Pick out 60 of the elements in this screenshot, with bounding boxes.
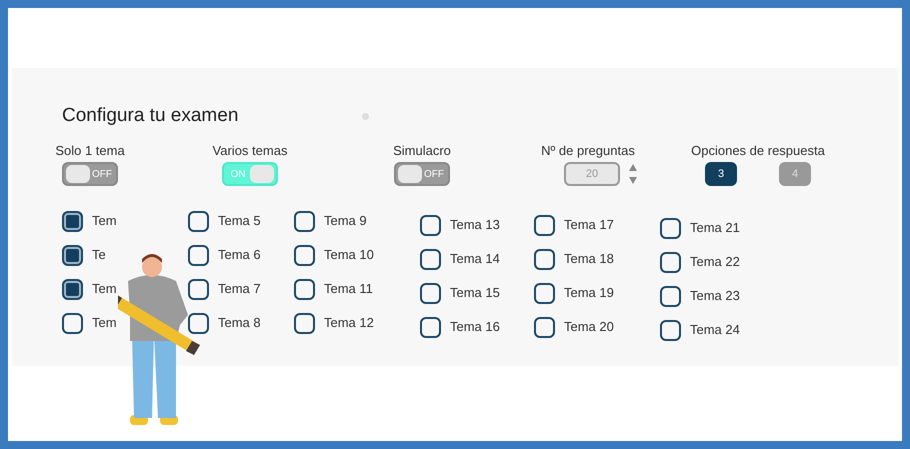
checkbox[interactable] bbox=[660, 286, 681, 306]
checkbox[interactable] bbox=[534, 316, 555, 338]
topic-label: Tema 14 bbox=[450, 250, 500, 268]
topic-label: Tema 6 bbox=[218, 246, 261, 264]
topic-label: Tema 12 bbox=[324, 314, 374, 332]
topic-label: Tema 5 bbox=[218, 212, 261, 230]
checkbox[interactable] bbox=[62, 278, 83, 300]
checkbox[interactable] bbox=[62, 210, 83, 232]
topic-label: Tem bbox=[92, 212, 117, 230]
option-button[interactable]: 3 bbox=[705, 162, 737, 186]
toggle-switch[interactable]: OFF bbox=[394, 162, 450, 186]
topic-label: Tem bbox=[92, 280, 117, 298]
checkbox[interactable] bbox=[534, 248, 555, 270]
setting-label: Opciones de respuesta bbox=[691, 142, 825, 160]
checkbox[interactable] bbox=[294, 244, 315, 266]
topic-label: Tema 15 bbox=[450, 284, 500, 302]
toggle-switch[interactable]: OFF bbox=[62, 162, 118, 186]
checkbox[interactable] bbox=[188, 278, 209, 300]
setting-label: Nº de preguntas bbox=[541, 142, 635, 160]
setting-label: Simulacro bbox=[393, 142, 451, 160]
number-field[interactable]: 20 bbox=[564, 162, 620, 186]
checkbox[interactable] bbox=[188, 244, 209, 266]
stepper-icon[interactable] bbox=[628, 163, 638, 185]
checkbox[interactable] bbox=[188, 210, 209, 232]
topic-label: Tema 16 bbox=[450, 318, 500, 336]
checkbox[interactable] bbox=[420, 214, 441, 236]
setting-label: Varios temas bbox=[212, 142, 288, 160]
topic-label: Te bbox=[92, 246, 106, 264]
topic-label: Tema 13 bbox=[450, 216, 500, 234]
topic-label: Tema 20 bbox=[564, 318, 614, 336]
checkbox[interactable] bbox=[534, 214, 555, 236]
checkbox[interactable] bbox=[660, 218, 681, 238]
topic-label: Tema 18 bbox=[564, 250, 614, 268]
topic-label: Tema 23 bbox=[690, 287, 740, 306]
topic-label: Tema 24 bbox=[690, 321, 740, 340]
topic-label: Tema 19 bbox=[564, 284, 614, 302]
topic-label: Tem bbox=[92, 314, 117, 332]
checkbox[interactable] bbox=[294, 210, 315, 232]
topic-label: Tema 21 bbox=[690, 219, 740, 238]
page-title: Configura tu examen bbox=[62, 104, 238, 128]
checkbox[interactable] bbox=[660, 252, 681, 272]
checkbox[interactable] bbox=[188, 312, 209, 334]
topic-label: Tema 17 bbox=[564, 216, 614, 234]
checkbox[interactable] bbox=[420, 316, 441, 338]
topic-label: Tema 22 bbox=[690, 253, 740, 272]
checkbox[interactable] bbox=[534, 282, 555, 304]
checkbox[interactable] bbox=[294, 278, 315, 300]
topic-label: Tema 10 bbox=[324, 246, 374, 264]
checkbox[interactable] bbox=[420, 282, 441, 304]
topic-label: Tema 7 bbox=[218, 280, 261, 298]
checkbox[interactable] bbox=[62, 312, 83, 334]
setting-label: Solo 1 tema bbox=[55, 142, 125, 160]
checkbox[interactable] bbox=[660, 320, 681, 340]
topic-label: Tema 9 bbox=[324, 212, 367, 230]
checkbox[interactable] bbox=[420, 248, 441, 270]
topic-label: Tema 11 bbox=[324, 280, 373, 298]
option-button[interactable]: 4 bbox=[779, 162, 811, 186]
checkbox[interactable] bbox=[294, 312, 315, 334]
checkbox[interactable] bbox=[62, 244, 83, 266]
topic-label: Tema 8 bbox=[218, 314, 261, 332]
